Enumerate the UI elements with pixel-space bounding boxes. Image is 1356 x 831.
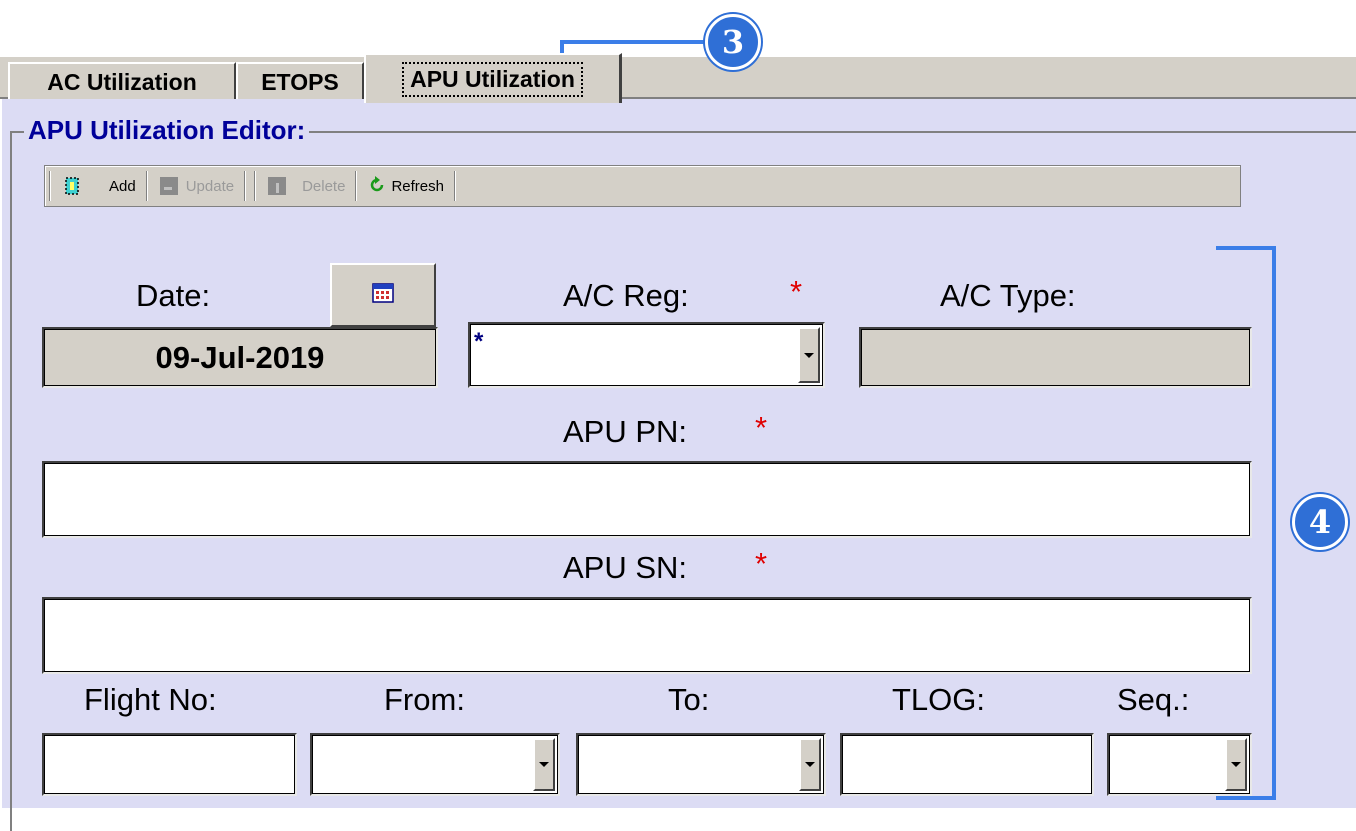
tab-label: ETOPS: [261, 68, 339, 95]
tab-strip: AC Utilization ETOPS APU Utilization: [0, 53, 1356, 103]
tab-label: AC Utilization: [47, 68, 197, 95]
callout-number: 3: [721, 23, 745, 61]
ac-reg-label: A/C Reg:: [563, 278, 689, 313]
form-bracket: [1216, 246, 1276, 800]
ac-reg-value: *: [474, 328, 484, 355]
flight-no-input[interactable]: [42, 733, 297, 796]
date-field[interactable]: 09-Jul-2019: [42, 327, 438, 388]
tab-label: APU Utilization: [402, 61, 583, 97]
tab-etops[interactable]: ETOPS: [236, 62, 364, 100]
ac-type-field[interactable]: [859, 327, 1252, 388]
chevron-down-icon: [539, 762, 549, 767]
add-button[interactable]: Add: [55, 170, 142, 202]
update-label: Update: [185, 177, 235, 195]
from-combobox[interactable]: [310, 733, 560, 796]
flight-no-label: Flight No:: [84, 682, 217, 717]
seq-label: Seq.:: [1117, 682, 1190, 717]
toolbar-separator: [355, 171, 358, 201]
delete-button[interactable]: Delete: [260, 170, 351, 202]
calendar-button[interactable]: [330, 263, 436, 327]
apu-pn-required-mark: *: [755, 410, 768, 445]
refresh-icon: [367, 175, 387, 197]
calendar-icon: [372, 282, 394, 308]
tlog-input[interactable]: [840, 733, 1094, 796]
refresh-label: Refresh: [391, 177, 444, 195]
delete-label: Delete: [302, 177, 346, 195]
to-label: To:: [668, 682, 710, 717]
to-dropdown-button[interactable]: [799, 738, 821, 791]
tlog-label: TLOG:: [892, 682, 986, 717]
from-label: From:: [384, 682, 465, 717]
chevron-down-icon: [805, 762, 815, 767]
apu-pn-label: APU PN:: [563, 414, 688, 449]
chevron-down-icon: [804, 352, 814, 358]
callout-marker-3: 3: [705, 14, 761, 70]
ac-type-label: A/C Type:: [940, 278, 1076, 313]
apu-sn-required-mark: *: [755, 546, 768, 581]
update-record-icon: [158, 175, 180, 197]
update-button[interactable]: Update: [152, 170, 240, 202]
toolbar-separator: [244, 171, 247, 201]
editor-toolbar: Add Update Delete Refresh: [44, 165, 1241, 207]
tab-apu-utilization[interactable]: APU Utilization: [364, 53, 622, 103]
callout-number: 4: [1308, 503, 1332, 541]
toolbar-separator: [49, 171, 51, 201]
refresh-button[interactable]: Refresh: [361, 170, 450, 202]
delete-record-icon: [266, 175, 288, 197]
from-dropdown-button[interactable]: [533, 738, 555, 791]
ac-reg-required-mark: *: [790, 274, 803, 309]
editor-group-title: APU Utilization Editor:: [24, 115, 310, 146]
date-label: Date:: [136, 278, 211, 313]
toolbar-separator: [145, 171, 148, 201]
toolbar-separator: [453, 171, 456, 201]
apu-sn-label: APU SN:: [563, 550, 688, 585]
add-record-icon: [61, 175, 83, 197]
tab-ac-utilization[interactable]: AC Utilization: [8, 62, 236, 100]
ac-reg-dropdown-button[interactable]: [798, 327, 820, 383]
to-combobox[interactable]: [576, 733, 826, 796]
ac-reg-combobox[interactable]: *: [468, 322, 825, 388]
add-label: Add: [109, 177, 136, 195]
apu-sn-input[interactable]: [42, 597, 1252, 674]
toolbar-separator: [254, 171, 257, 201]
callout-marker-4: 4: [1292, 494, 1348, 550]
apu-pn-input[interactable]: [42, 461, 1252, 538]
date-value: 09-Jul-2019: [155, 339, 325, 375]
